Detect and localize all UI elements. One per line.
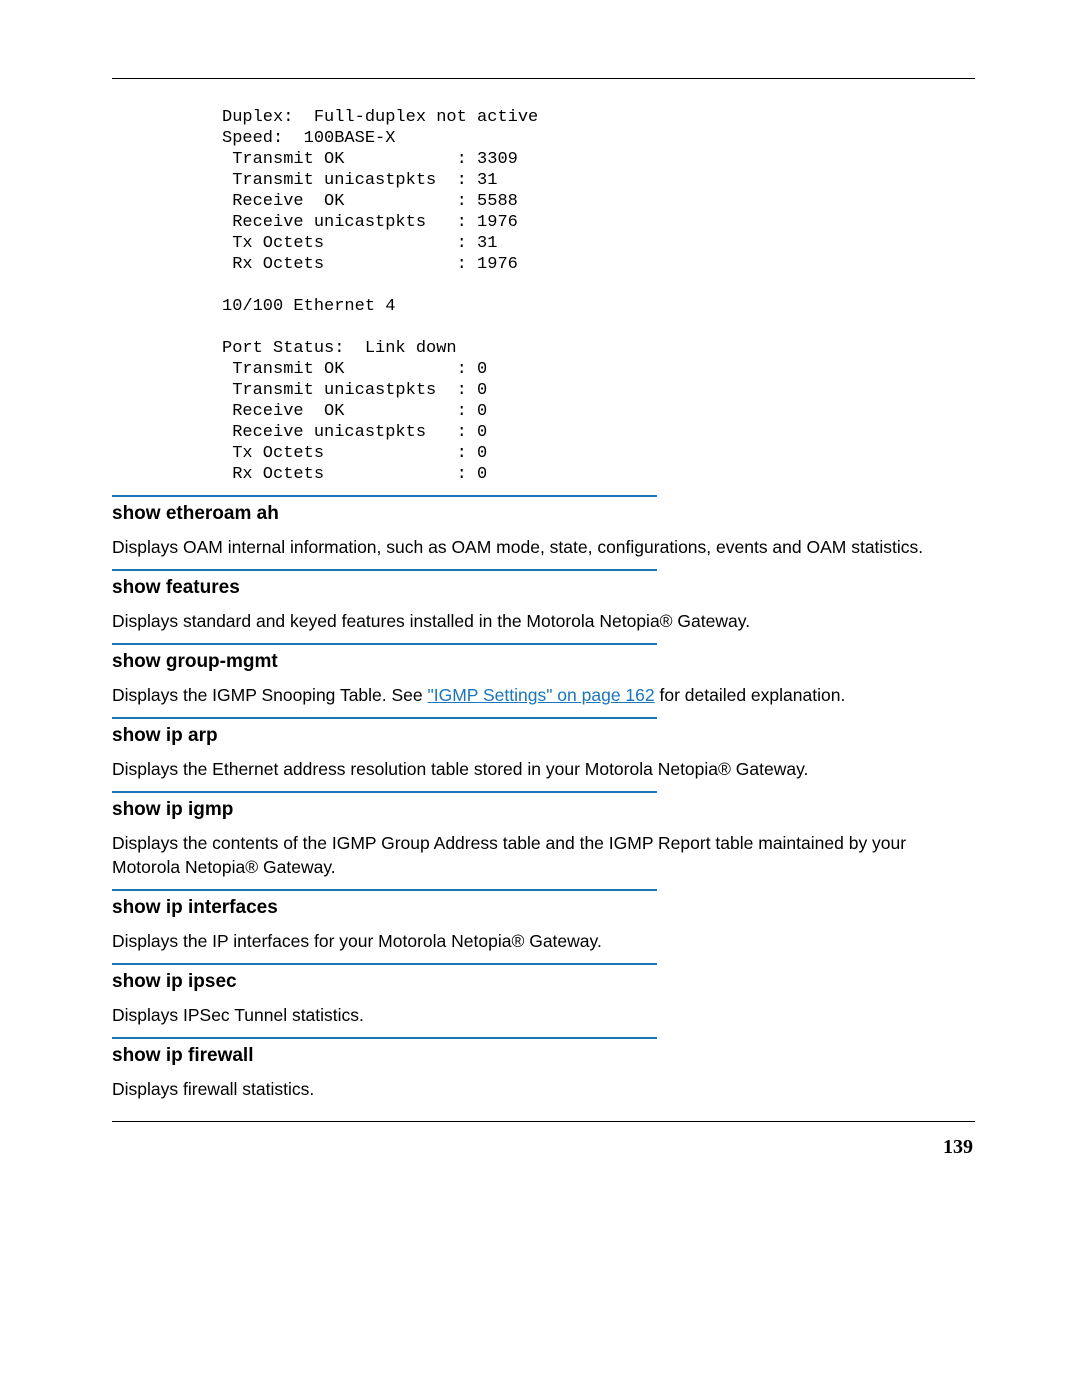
section-divider	[112, 717, 657, 719]
top-horizontal-rule	[112, 78, 975, 79]
desc-ip-igmp: Displays the contents of the IGMP Group …	[112, 831, 975, 879]
heading-show-features: show features	[112, 577, 975, 599]
heading-show-ip-firewall: show ip firewall	[112, 1045, 975, 1067]
link-igmp-settings[interactable]: "IGMP Settings" on page 162	[428, 685, 655, 705]
desc-ip-firewall: Displays firewall statistics.	[112, 1077, 975, 1101]
desc-ip-interfaces: Displays the IP interfaces for your Moto…	[112, 929, 975, 953]
desc-group-mgmt: Displays the IGMP Snooping Table. See "I…	[112, 683, 975, 707]
desc-features: Displays standard and keyed features ins…	[112, 609, 975, 633]
desc-ip-ipsec: Displays IPSec Tunnel statistics.	[112, 1003, 975, 1027]
heading-show-ip-interfaces: show ip interfaces	[112, 897, 975, 919]
section-divider	[112, 963, 657, 965]
section-divider	[112, 569, 657, 571]
heading-show-ip-igmp: show ip igmp	[112, 799, 975, 821]
desc-ip-arp: Displays the Ethernet address resolution…	[112, 757, 975, 781]
desc-group-mgmt-post: for detailed explanation.	[655, 685, 846, 705]
page-container: Duplex: Full-duplex not active Speed: 10…	[0, 0, 1080, 1199]
heading-show-etheroam-ah: show etheroam ah	[112, 503, 975, 525]
heading-show-group-mgmt: show group-mgmt	[112, 651, 975, 673]
heading-show-ip-ipsec: show ip ipsec	[112, 971, 975, 993]
bottom-horizontal-rule	[112, 1121, 975, 1122]
desc-etheroam: Displays OAM internal information, such …	[112, 535, 975, 559]
heading-show-ip-arp: show ip arp	[112, 725, 975, 747]
terminal-output: Duplex: Full-duplex not active Speed: 10…	[222, 107, 975, 485]
section-divider	[112, 495, 657, 497]
section-divider	[112, 791, 657, 793]
section-divider	[112, 643, 657, 645]
page-number: 139	[112, 1136, 975, 1159]
desc-group-mgmt-pre: Displays the IGMP Snooping Table. See	[112, 685, 428, 705]
section-divider	[112, 1037, 657, 1039]
section-divider	[112, 889, 657, 891]
